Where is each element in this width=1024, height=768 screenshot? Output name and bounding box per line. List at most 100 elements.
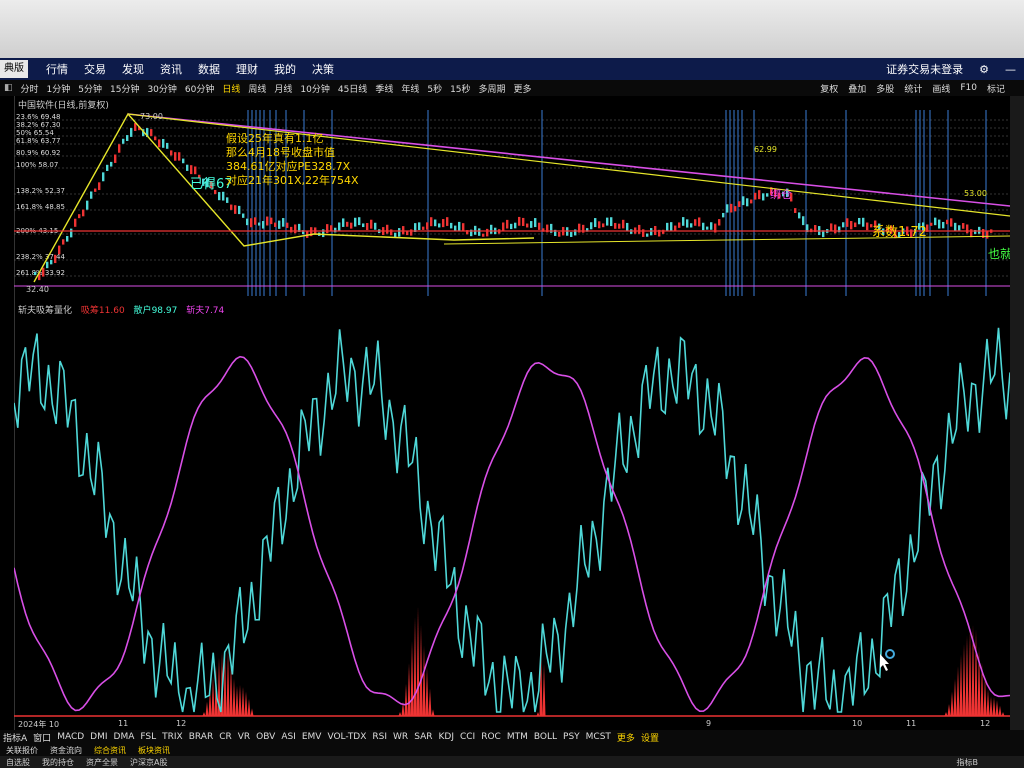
indicator-tab-8[interactable]: CR (219, 732, 232, 742)
period-week[interactable]: 周线 (248, 82, 266, 95)
period-1m[interactable]: 1分钟 (47, 82, 71, 95)
menu-hq[interactable]: 行情 (46, 61, 68, 77)
status-item-4[interactable]: 沪深京A股 (130, 757, 167, 768)
fib-label-4: 80.9% 60.92 (16, 149, 61, 157)
menu-jc[interactable]: 决策 (312, 61, 334, 77)
menu-zx[interactable]: 资讯 (160, 61, 182, 77)
indicator-tab-24[interactable]: 更多 (617, 731, 635, 744)
indicator-tab-15[interactable]: WR (393, 732, 408, 742)
login-status[interactable]: 证券交易未登录 (886, 61, 963, 77)
right-scrollbar[interactable] (1010, 96, 1024, 746)
indicator-tab-17[interactable]: KDJ (438, 732, 454, 742)
red-spike-26 (425, 666, 429, 716)
indicator-tab-2[interactable]: MACD (57, 732, 84, 742)
indicator-tab-20[interactable]: MTM (507, 732, 528, 742)
period-45d[interactable]: 45日线 (338, 82, 367, 95)
period-fs[interactable]: 分时 (21, 82, 39, 95)
version-selector[interactable]: 典版 (0, 60, 28, 78)
tool-bj[interactable]: 标记 (987, 82, 1005, 95)
indicator-tab-16[interactable]: SAR (414, 732, 432, 742)
tool-hx[interactable]: 画线 (932, 82, 950, 95)
candle-83 (366, 223, 369, 231)
tab-related-quote[interactable]: 关联报价 (6, 745, 38, 756)
indicator-tab-3[interactable]: DMI (90, 732, 107, 742)
tool-fq[interactable]: 复权 (820, 82, 838, 95)
status-item-2[interactable]: 我的持仓 (42, 757, 74, 768)
period-day[interactable]: 日线 (222, 82, 240, 95)
period-10m[interactable]: 10分钟 (300, 82, 329, 95)
indicator-tab-9[interactable]: VR (238, 732, 250, 742)
indicator-tab-22[interactable]: PSY (563, 732, 580, 742)
tab-general-info[interactable]: 综合资讯 (94, 745, 126, 756)
candle-175 (734, 206, 737, 212)
status-item-1[interactable]: 自选股 (6, 757, 30, 768)
cursor-icon (880, 649, 895, 671)
oscillator-chart[interactable] (14, 314, 1010, 719)
tool-f10[interactable]: F10 (960, 83, 977, 93)
candle-148 (626, 222, 629, 232)
menu-wd[interactable]: 我的 (274, 61, 296, 77)
candle-168 (706, 226, 709, 230)
candle-143 (606, 217, 609, 226)
indicator-tab-11[interactable]: ASI (281, 732, 296, 742)
candle-51 (238, 205, 241, 215)
candle-38 (186, 164, 189, 171)
tool-tj[interactable]: 统计 (904, 82, 922, 95)
status-right[interactable]: 指标B (957, 757, 979, 768)
indicator-tab-4[interactable]: DMA (114, 732, 135, 742)
menu-fx[interactable]: 发现 (122, 61, 144, 77)
period-5s[interactable]: 5秒 (427, 82, 442, 95)
candle-122 (522, 217, 525, 226)
tab-money-flow[interactable]: 资金流向 (50, 745, 82, 756)
indicator-tab-18[interactable]: CCI (460, 732, 475, 742)
period-more[interactable]: 更多 (514, 82, 532, 95)
candle-232 (962, 223, 965, 229)
indicator-tab-23[interactable]: MCST (586, 732, 611, 742)
period-30m[interactable]: 30分钟 (147, 82, 176, 95)
indicator-tab-12[interactable]: EMV (302, 732, 322, 742)
menu-jy[interactable]: 交易 (84, 61, 106, 77)
indicator-tab-21[interactable]: BOLL (534, 732, 557, 742)
menu-sj[interactable]: 数据 (198, 61, 220, 77)
minimize-icon[interactable]: — (1005, 63, 1016, 76)
tab-sector-info[interactable]: 板块资讯 (138, 745, 170, 756)
candle-80 (354, 217, 357, 227)
candle-104 (450, 222, 453, 229)
kline-chart[interactable]: 23.6% 69.4838.2% 67.3050% 65.5461.8% 63.… (14, 110, 1010, 300)
indicator-tab-7[interactable]: BRAR (189, 732, 213, 742)
indicator-tab-1[interactable]: 窗口 (33, 731, 51, 744)
candle-134 (570, 232, 573, 237)
period-5m[interactable]: 5分钟 (78, 82, 102, 95)
indicator-tab-25[interactable]: 设置 (641, 731, 659, 744)
candle-97 (422, 226, 425, 230)
layout-icon[interactable]: ◧ (4, 83, 13, 93)
period-month[interactable]: 月线 (274, 82, 292, 95)
indicator-tab-13[interactable]: VOL-TDX (327, 732, 366, 742)
indicator-tab-19[interactable]: ROC (481, 732, 501, 742)
candle-24 (130, 128, 133, 137)
period-15s[interactable]: 15秒 (450, 82, 470, 95)
indicator-tab-10[interactable]: OBV (256, 732, 275, 742)
candle-96 (418, 222, 421, 231)
menu-lc[interactable]: 理财 (236, 61, 258, 77)
candle-56 (258, 222, 261, 226)
status-item-3[interactable]: 资产全景 (86, 757, 118, 768)
settings-icon[interactable]: ⚙ (979, 63, 989, 76)
period-season[interactable]: 季线 (375, 82, 393, 95)
indicator-tab-0[interactable]: 指标A (3, 731, 27, 744)
candle-76 (338, 222, 341, 231)
candle-157 (662, 229, 665, 234)
candle-36 (178, 152, 181, 161)
tool-dg[interactable]: 多股 (876, 82, 894, 95)
candle-102 (442, 219, 445, 228)
period-15m[interactable]: 15分钟 (110, 82, 139, 95)
tool-dj[interactable]: 叠加 (848, 82, 866, 95)
period-year[interactable]: 年线 (401, 82, 419, 95)
indicator-tab-5[interactable]: FSL (140, 732, 156, 742)
annotation-line-1: 假设25年真有1.1亿 (226, 132, 324, 145)
period-60m[interactable]: 60分钟 (185, 82, 214, 95)
indicator-tab-14[interactable]: RSI (372, 732, 387, 742)
period-multi[interactable]: 多周期 (479, 82, 506, 95)
indicator-tab-6[interactable]: TRIX (162, 732, 183, 742)
candle-20 (114, 154, 117, 163)
